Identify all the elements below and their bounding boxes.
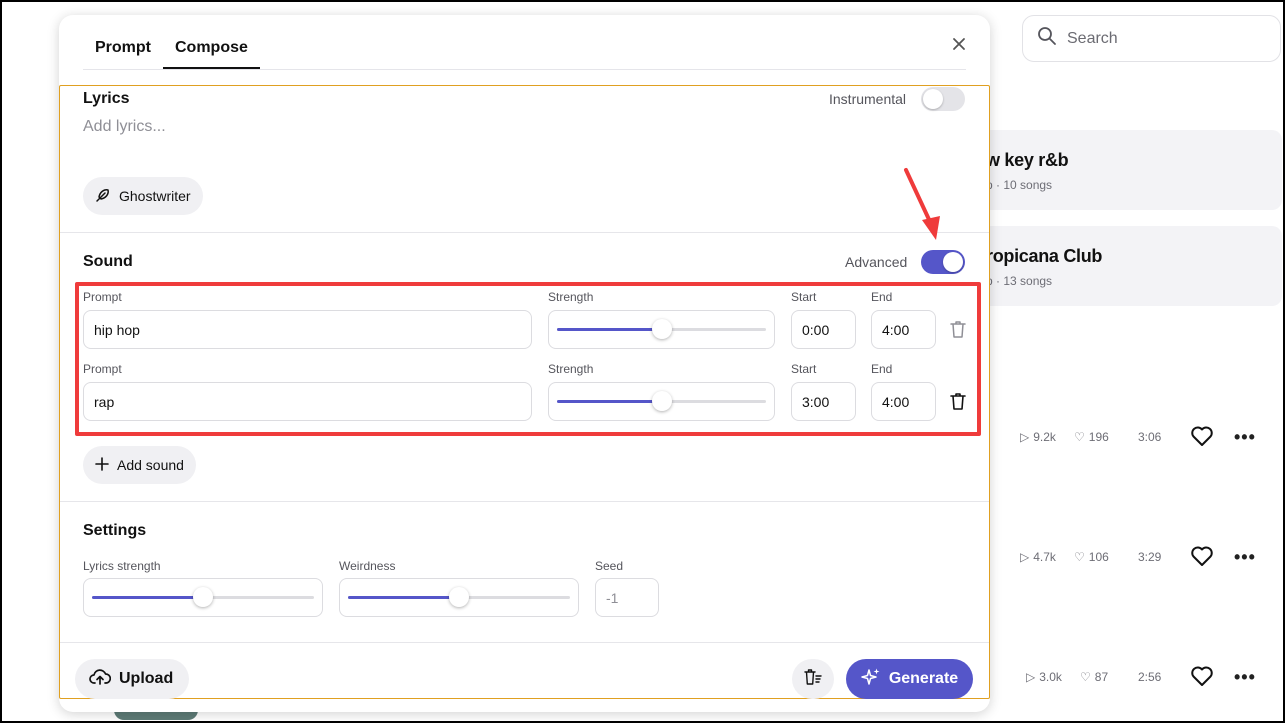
add-sound-button[interactable]: Add sound	[83, 446, 196, 484]
compose-modal: Prompt Compose Lyrics Instrumental Add l…	[59, 15, 990, 712]
feather-icon	[95, 187, 111, 206]
close-icon[interactable]	[948, 33, 970, 55]
play-count: ▷ 4.7k	[1020, 550, 1056, 564]
section-divider	[60, 232, 989, 233]
like-count: ♡ 87	[1080, 670, 1109, 684]
instrumental-toggle[interactable]	[921, 87, 965, 111]
song-duration: 3:06	[1138, 430, 1162, 444]
sparkle-icon	[861, 667, 881, 692]
lyrics-strength-label: Lyrics strength	[83, 559, 161, 573]
highlight-box	[75, 282, 981, 436]
playlist-meta: p · 10 songs	[986, 178, 1053, 192]
playlist-card[interactable]: w key r&b p · 10 songs	[962, 130, 1282, 210]
tab-divider	[83, 69, 966, 70]
playlist-title: ropicana Club	[986, 246, 1103, 266]
song-row[interactable]: ▷ 3.0k ♡ 87 2:56 •••	[1002, 662, 1272, 692]
search-placeholder: Search	[1067, 29, 1118, 47]
seed-label: Seed	[595, 559, 624, 573]
section-divider	[60, 501, 989, 502]
more-icon[interactable]: •••	[1234, 547, 1256, 568]
advanced-label: Advanced	[845, 254, 908, 270]
lyrics-title: Lyrics	[83, 90, 130, 107]
lyrics-strength-slider[interactable]	[83, 578, 323, 617]
ghostwriter-button[interactable]: Ghostwriter	[83, 177, 203, 215]
playlist-title: w key r&b	[986, 150, 1069, 170]
upload-label: Upload	[119, 670, 174, 687]
heart-icon[interactable]	[1190, 665, 1214, 690]
heart-icon[interactable]	[1190, 545, 1214, 570]
search-icon	[1037, 26, 1057, 51]
song-row[interactable]: ▷ 4.7k ♡ 106 3:29 •••	[1002, 542, 1272, 572]
sound-title: Sound	[83, 253, 133, 270]
song-duration: 3:29	[1138, 550, 1162, 564]
play-count: ▷ 9.2k	[1020, 430, 1056, 444]
cloud-upload-icon	[89, 668, 112, 691]
slider-thumb[interactable]	[193, 587, 213, 607]
tab-compose[interactable]: Compose	[163, 15, 260, 69]
section-divider	[60, 642, 989, 643]
tab-prompt[interactable]: Prompt	[83, 15, 163, 69]
plus-icon	[95, 456, 109, 474]
slider-thumb[interactable]	[449, 587, 469, 607]
song-duration: 2:56	[1138, 670, 1162, 684]
playlist-card[interactable]: ropicana Club p · 13 songs	[962, 226, 1282, 306]
annotation-arrow	[904, 168, 940, 240]
song-row[interactable]: ▷ 9.2k ♡ 196 3:06 •••	[1002, 422, 1272, 452]
compose-form[interactable]: Lyrics Instrumental Add lyrics... Ghostw…	[59, 85, 990, 699]
weirdness-slider[interactable]	[339, 578, 579, 617]
more-icon[interactable]: •••	[1234, 427, 1256, 448]
generate-label: Generate	[888, 670, 959, 687]
settings-title: Settings	[83, 522, 147, 539]
weirdness-label: Weirdness	[339, 559, 396, 573]
lyrics-input[interactable]: Add lyrics...	[83, 118, 166, 136]
like-count: ♡ 106	[1074, 550, 1109, 564]
instrumental-label: Instrumental	[829, 91, 907, 107]
like-count: ♡ 196	[1074, 430, 1109, 444]
tab-bar: Prompt Compose	[83, 15, 260, 69]
play-count: ▷ 3.0k	[1026, 670, 1062, 684]
add-sound-label: Add sound	[117, 457, 184, 473]
generate-button[interactable]: Generate	[846, 659, 973, 699]
more-icon[interactable]: •••	[1234, 667, 1256, 688]
upload-button[interactable]: Upload	[75, 659, 190, 699]
ghostwriter-label: Ghostwriter	[119, 188, 191, 204]
heart-icon[interactable]	[1190, 425, 1214, 450]
advanced-toggle[interactable]	[921, 250, 965, 274]
trash-list-icon	[804, 668, 822, 691]
clear-all-button[interactable]	[792, 659, 834, 699]
playlist-meta: p · 13 songs	[986, 274, 1053, 288]
search-bar[interactable]: Search	[1022, 15, 1281, 62]
seed-input[interactable]: -1	[595, 578, 659, 617]
